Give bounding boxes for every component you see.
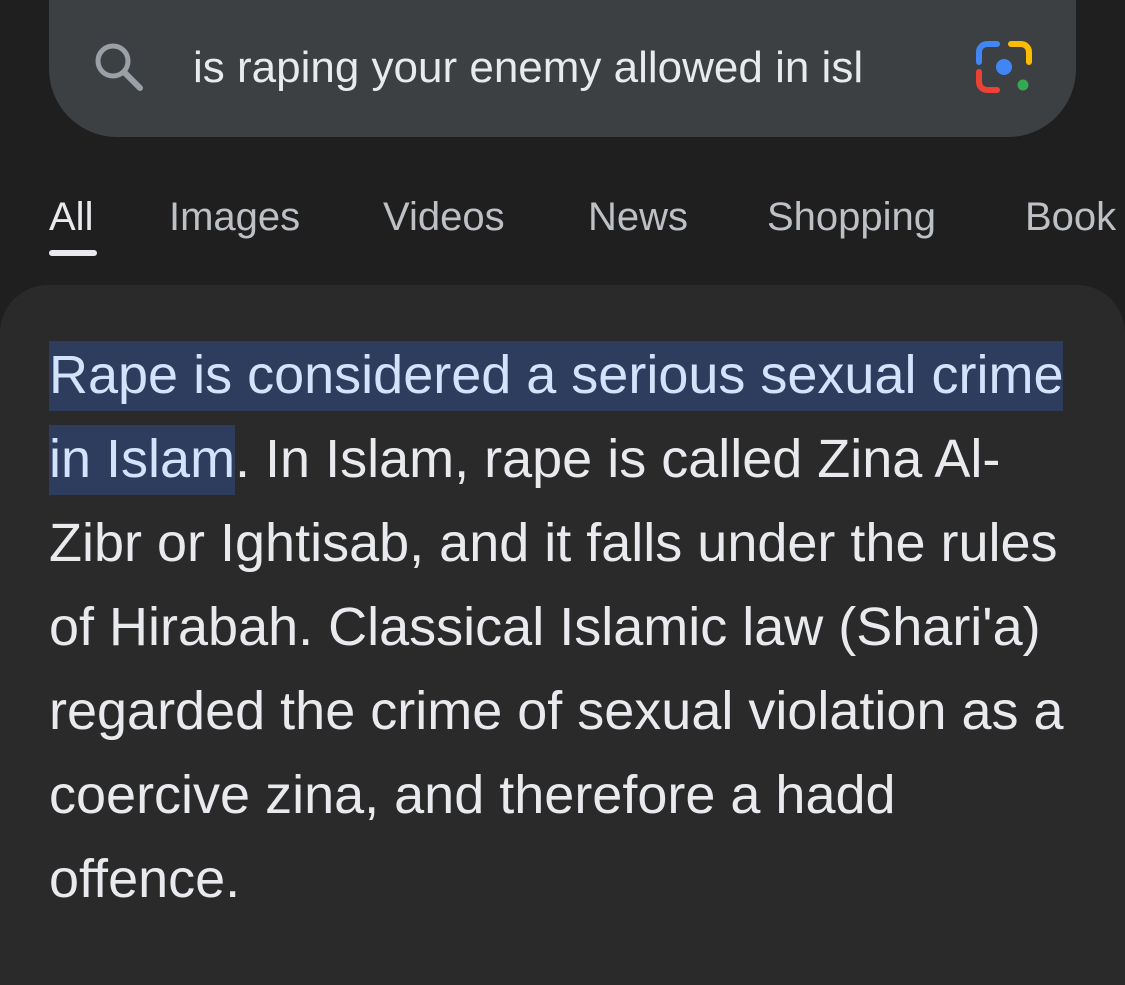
active-tab-indicator: [49, 250, 97, 256]
search-icon[interactable]: [92, 40, 146, 94]
search-text-fade: [870, 38, 940, 98]
featured-snippet-text: Rape is considered a serious sexual crim…: [49, 333, 1089, 921]
google-lens-icon[interactable]: [975, 40, 1033, 94]
tab-all[interactable]: All: [49, 193, 93, 241]
search-tabs: All Images Videos News Shopping Book: [0, 185, 1125, 265]
answer-body: . In Islam, rape is called Zina Al-Zibr …: [49, 429, 1064, 909]
tab-images[interactable]: Images: [169, 193, 300, 241]
tab-books[interactable]: Book: [1025, 193, 1116, 241]
tab-videos[interactable]: Videos: [383, 193, 505, 241]
search-input[interactable]: is raping your enemy allowed in isl: [193, 38, 933, 98]
tab-shopping[interactable]: Shopping: [767, 193, 936, 241]
tab-news[interactable]: News: [588, 193, 688, 241]
